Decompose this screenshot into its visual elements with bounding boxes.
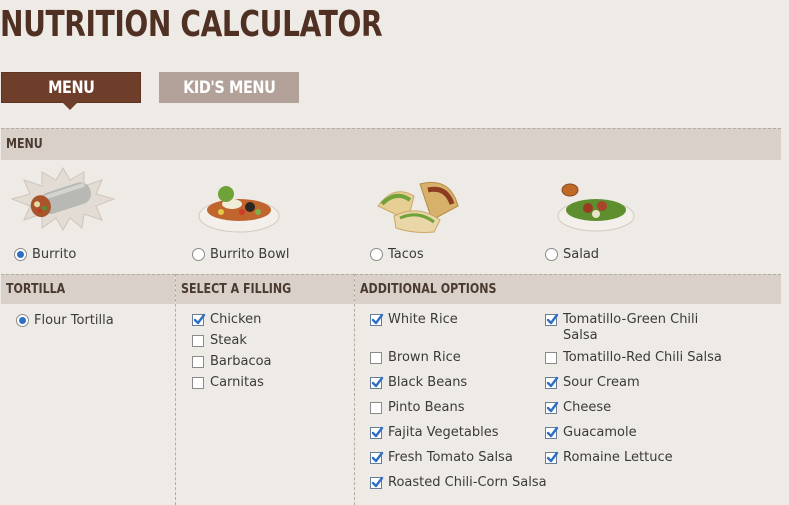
tacos-image[interactable] xyxy=(374,176,464,236)
checkbox-label: White Rice xyxy=(388,312,458,327)
salad-image[interactable] xyxy=(556,180,638,234)
option-fresh-tomato-salsa[interactable]: Fresh Tomato Salsa xyxy=(370,450,513,466)
sour-cream-checkbox[interactable] xyxy=(545,376,559,389)
menu-option-burrito[interactable]: Burrito xyxy=(14,247,76,262)
tortilla-option-flour[interactable]: Flour Tortilla xyxy=(16,313,114,328)
option-brown-rice[interactable]: Brown Rice xyxy=(370,350,461,366)
checkbox-label: Roasted Chili-Corn Salsa xyxy=(388,475,547,490)
menu-option-label: Burrito xyxy=(32,247,77,262)
checkbox-label: Fresh Tomato Salsa xyxy=(388,450,513,465)
menu-option-tacos[interactable]: Tacos xyxy=(370,247,424,262)
checkbox-label: Sour Cream xyxy=(563,375,640,390)
cheese-checkbox[interactable] xyxy=(545,401,559,414)
tab-kids-menu[interactable]: KID'S MENU xyxy=(159,72,299,103)
tab-menu[interactable]: MENU xyxy=(1,72,141,110)
filling-steak[interactable]: Steak xyxy=(192,333,247,349)
menu-option-salad[interactable]: Salad xyxy=(545,247,599,262)
additional-options-header: ADDITIONAL OPTIONS xyxy=(355,274,781,304)
tomatillo-green-chili-salsa-checkbox[interactable] xyxy=(545,313,559,326)
filling-carnitas[interactable]: Carnitas xyxy=(192,375,264,391)
checkbox-label: Carnitas xyxy=(210,375,264,390)
burrito-radio[interactable] xyxy=(14,248,27,261)
tortilla-option-label: Flour Tortilla xyxy=(34,313,114,328)
fajita-vegetables-checkbox[interactable] xyxy=(370,426,384,439)
option-pinto-beans[interactable]: Pinto Beans xyxy=(370,400,464,416)
menu-option-label: Tacos xyxy=(388,247,424,262)
menu-section-header: MENU xyxy=(1,128,781,160)
option-roasted-chili-corn-salsa[interactable]: Roasted Chili-Corn Salsa xyxy=(370,475,547,491)
filling-barbacoa[interactable]: Barbacoa xyxy=(192,354,272,370)
checkbox-label: Romaine Lettuce xyxy=(563,450,673,465)
carnitas-checkbox[interactable] xyxy=(192,377,204,389)
romaine-lettuce-checkbox[interactable] xyxy=(545,451,559,464)
checkbox-label: Black Beans xyxy=(388,375,468,390)
roasted-chili-corn-salsa-checkbox[interactable] xyxy=(370,476,384,489)
page-title: NUTRITION CALCULATOR xyxy=(0,4,383,45)
tomatillo-red-chili-salsa-checkbox[interactable] xyxy=(545,352,557,364)
checkbox-label: Pinto Beans xyxy=(388,400,465,415)
option-fajita-vegetables[interactable]: Fajita Vegetables xyxy=(370,425,499,441)
checkbox-label: Chicken xyxy=(210,312,262,327)
black-beans-checkbox[interactable] xyxy=(370,376,384,389)
pinto-beans-checkbox[interactable] xyxy=(370,402,382,414)
option-tomatillo-green-chili-salsa[interactable]: Tomatillo-Green Chili Salsa xyxy=(545,312,710,344)
checkbox-label: Tomatillo-Red Chili Salsa xyxy=(563,350,722,365)
menu-option-label: Burrito Bowl xyxy=(210,247,290,262)
option-tomatillo-red-chili-salsa[interactable]: Tomatillo-Red Chili Salsa xyxy=(545,350,722,366)
checkbox-label: Brown Rice xyxy=(388,350,461,365)
checkbox-label: Fajita Vegetables xyxy=(388,425,499,440)
burrito-image[interactable] xyxy=(10,166,116,232)
fresh-tomato-salsa-checkbox[interactable] xyxy=(370,451,384,464)
steak-checkbox[interactable] xyxy=(192,335,204,347)
filling-header: SELECT A FILLING xyxy=(176,274,354,304)
checkbox-label: Tomatillo-Green Chili Salsa xyxy=(563,312,699,343)
brown-rice-checkbox[interactable] xyxy=(370,352,382,364)
option-black-beans[interactable]: Black Beans xyxy=(370,375,467,391)
menu-option-burrito-bowl[interactable]: Burrito Bowl xyxy=(192,247,290,262)
barbacoa-checkbox[interactable] xyxy=(192,356,204,368)
column-divider xyxy=(354,274,355,505)
chicken-checkbox[interactable] xyxy=(192,313,206,326)
option-romaine-lettuce[interactable]: Romaine Lettuce xyxy=(545,450,673,466)
option-guacamole[interactable]: Guacamole xyxy=(545,425,637,441)
tab-kids-menu-label: KID'S MENU xyxy=(182,77,276,98)
salad-radio[interactable] xyxy=(545,248,558,261)
option-white-rice[interactable]: White Rice xyxy=(370,312,458,328)
tab-menu-label: MENU xyxy=(47,77,95,98)
checkbox-label: Barbacoa xyxy=(210,354,272,369)
option-sour-cream[interactable]: Sour Cream xyxy=(545,375,640,391)
guacamole-checkbox[interactable] xyxy=(545,426,559,439)
filling-chicken[interactable]: Chicken xyxy=(192,312,261,328)
burrito-bowl-radio[interactable] xyxy=(192,248,205,261)
option-cheese[interactable]: Cheese xyxy=(545,400,611,416)
tacos-radio[interactable] xyxy=(370,248,383,261)
flour-tortilla-radio[interactable] xyxy=(16,314,29,327)
menu-option-label: Salad xyxy=(563,247,600,262)
checkbox-label: Steak xyxy=(210,333,247,348)
column-divider xyxy=(175,274,176,505)
checkbox-label: Guacamole xyxy=(563,425,637,440)
white-rice-checkbox[interactable] xyxy=(370,313,384,326)
checkbox-label: Cheese xyxy=(563,400,612,415)
burrito-bowl-image[interactable] xyxy=(196,182,282,234)
tortilla-header: TORTILLA xyxy=(1,274,175,304)
